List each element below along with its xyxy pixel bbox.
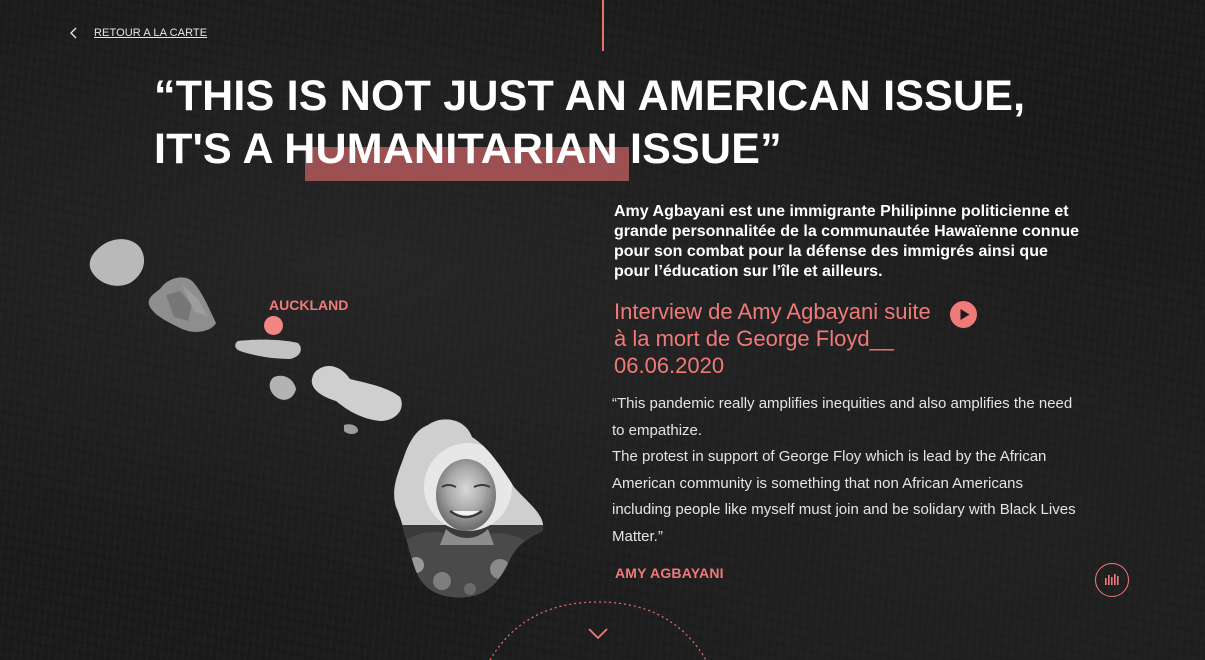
back-to-map-link[interactable]: RETOUR A LA CARTE (68, 25, 207, 41)
interview-title[interactable]: Interview de Amy Agbayani suite à la mor… (614, 298, 934, 379)
island-maui (311, 365, 402, 421)
audio-bars-icon (1105, 574, 1119, 585)
hawaii-islands-map (89, 239, 544, 598)
location-pin[interactable] (264, 316, 283, 335)
quote-author: AMY AGBAYANI (615, 565, 724, 581)
island-molokai (235, 339, 301, 359)
profile-bio: Amy Agbayani est une immigrante Philipin… (614, 203, 1080, 280)
quote-paragraph-2: The protest in support of George Floy wh… (612, 448, 1076, 545)
quote-paragraph-1: “This pandemic really amplifies inequiti… (612, 395, 1073, 439)
back-link-label: RETOUR A LA CARTE (94, 27, 208, 39)
play-interview-button[interactable] (950, 301, 977, 328)
island-lanai (269, 375, 296, 400)
portrait-amy-agbayani (394, 419, 544, 598)
chevron-left-icon (70, 27, 77, 39)
chevron-down-icon[interactable] (586, 625, 610, 643)
headline-line-2: IT'S A HUMANITARIAN ISSUE” (154, 125, 782, 173)
location-label: AUCKLAND (269, 297, 349, 313)
headline-line-1: “THIS IS NOT JUST AN AMERICAN ISSUE, (154, 72, 1026, 120)
interview-quote: “This pandemic really amplifies inequiti… (612, 391, 1082, 550)
page-headline: “THIS IS NOT JUST AN AMERICAN ISSUE, IT'… (154, 70, 1025, 176)
island-kauai (89, 239, 145, 286)
play-icon (960, 309, 970, 320)
audio-toggle-button[interactable] (1095, 563, 1129, 597)
top-accent-line (602, 0, 604, 51)
